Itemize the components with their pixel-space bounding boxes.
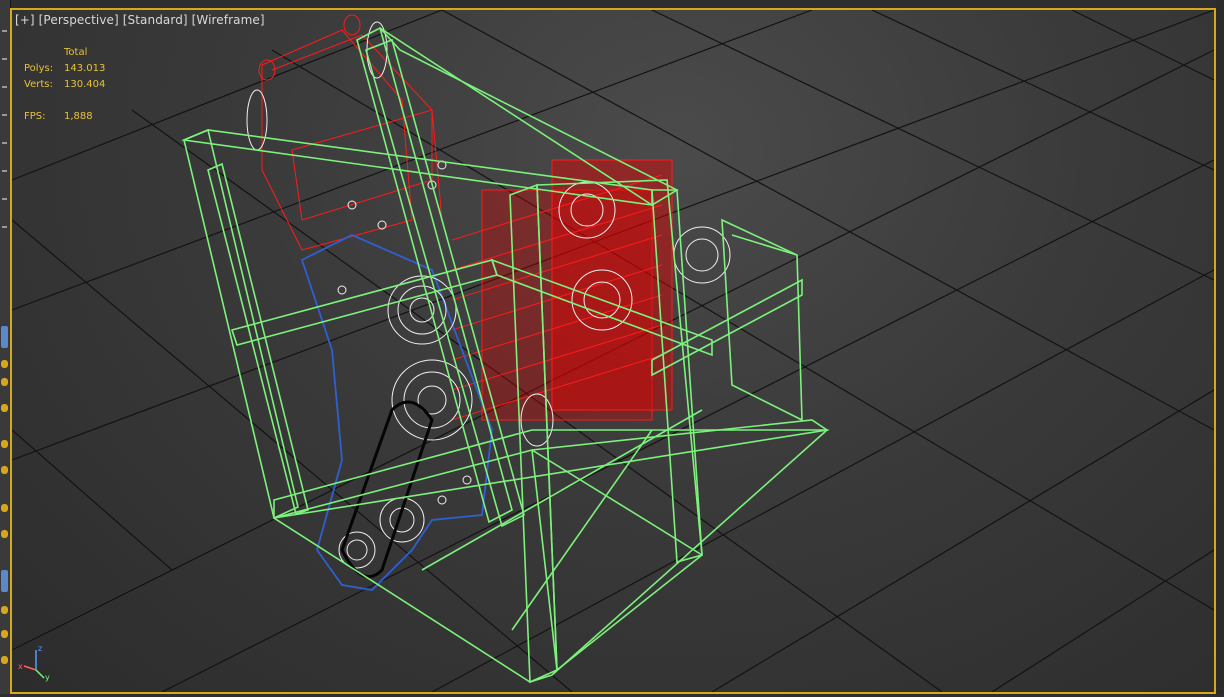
verts-label: Verts:	[24, 79, 53, 90]
viewport-menu-plus[interactable]: [+]	[15, 13, 35, 27]
toolbar-tick	[2, 86, 7, 88]
toolbar-button[interactable]	[1, 504, 8, 512]
verts-row: Verts: 130.404	[24, 77, 105, 93]
gizmo-y-axis	[35, 669, 45, 679]
toolbar-button[interactable]	[1, 606, 8, 614]
app-window: [+] [Perspective] [Standard] [Wireframe]…	[0, 0, 1224, 697]
toolbar-tick	[2, 142, 7, 144]
statistics-overlay: Total Polys: 143.013 Verts: 130.404 FPS:…	[24, 45, 105, 125]
toolbar-button[interactable]	[1, 440, 8, 448]
toolbar-button[interactable]	[1, 466, 8, 474]
drive-belt	[340, 400, 434, 579]
toolbar-button[interactable]	[1, 530, 8, 538]
viewport-menu-perspective[interactable]: [Perspective]	[39, 13, 119, 27]
verts-value: 130.404	[64, 79, 106, 90]
fps-row: FPS: 1,888	[24, 109, 105, 125]
gizmo-x-axis	[23, 665, 37, 671]
viewport-label: [+] [Perspective] [Standard] [Wireframe]	[15, 13, 265, 27]
toolbar-active-button[interactable]	[1, 570, 8, 592]
gizmo-x-label: x	[18, 662, 23, 671]
gizmo-z-label: z	[38, 644, 42, 653]
toolbar-tick	[2, 170, 7, 172]
polys-row: Polys: 143.013	[24, 61, 105, 77]
stats-header-row: Total	[24, 45, 105, 61]
blue-side-plate	[300, 234, 493, 591]
polys-value: 143.013	[64, 63, 106, 74]
toolbar-tick	[2, 30, 7, 32]
toolbar-button[interactable]	[1, 360, 8, 368]
toolbar-tick	[2, 114, 7, 116]
top-frame	[0, 0, 1224, 8]
toolbar-active-button[interactable]	[1, 326, 8, 348]
toolbar-button[interactable]	[1, 630, 8, 638]
toolbar-tick	[2, 198, 7, 200]
viewport-menu-wireframe[interactable]: [Wireframe]	[192, 13, 265, 27]
axis-gizmo-icon: z x y	[18, 644, 50, 682]
toolbar-tick	[2, 226, 7, 228]
fps-label: FPS:	[24, 111, 46, 122]
perspective-viewport[interactable]: [+] [Perspective] [Standard] [Wireframe]…	[10, 8, 1216, 694]
toolbar-button[interactable]	[1, 404, 8, 412]
toolbar-button[interactable]	[1, 656, 8, 664]
right-frame	[1216, 0, 1224, 697]
gizmo-y-label: y	[45, 673, 50, 682]
fps-value: 1,888	[64, 111, 93, 122]
toolbar-button[interactable]	[1, 378, 8, 386]
stats-header: Total	[64, 47, 88, 58]
polys-label: Polys:	[24, 63, 54, 74]
toolbar-tick	[2, 58, 7, 60]
wireframe-scene[interactable]	[12, 10, 1214, 692]
viewport-menu-standard[interactable]: [Standard]	[123, 13, 188, 27]
